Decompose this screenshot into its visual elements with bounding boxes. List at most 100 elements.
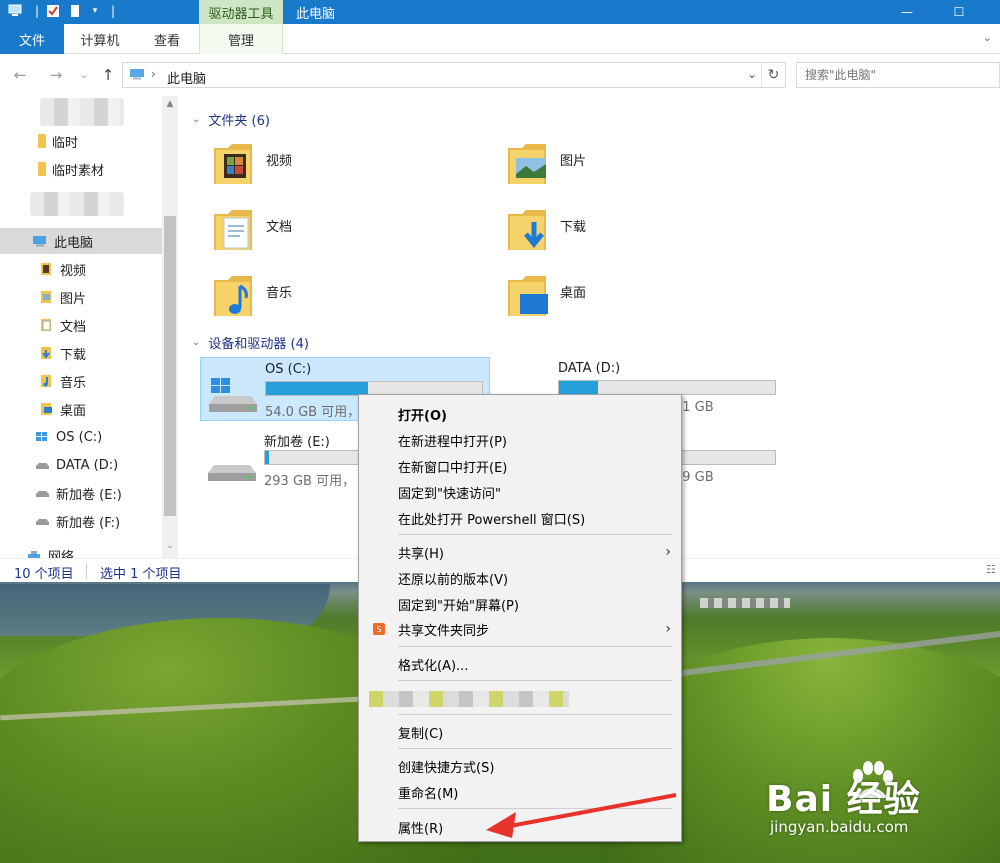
maximize-icon[interactable]: ☐ [936, 0, 982, 24]
nav-item-label: 文档 [60, 319, 87, 335]
folder-downloads[interactable]: 下载 [472, 200, 762, 260]
menu-item-open-powershell[interactable]: 在此处打开 Powershell 窗口(S) [359, 505, 681, 531]
menu-item-pin-start[interactable]: 固定到"开始"屏幕(P) [359, 591, 681, 617]
minimize-icon[interactable]: — [884, 0, 930, 24]
documents-folder-icon [41, 319, 51, 331]
nav-item-this-pc[interactable]: 此电脑 [0, 228, 162, 254]
up-arrow-icon[interactable]: ↑ [98, 65, 118, 85]
nav-item-temp-assets[interactable]: 临时素材 [0, 156, 162, 182]
nav-item-temp[interactable]: 临时 [0, 128, 162, 154]
nav-item-desktop[interactable]: 桌面 [0, 396, 162, 422]
address-row: ← → ⌄ ↑ › 此电脑 ⌄ ↻ [0, 54, 1000, 96]
context-menu: 打开(O) 在新进程中打开(P) 在新窗口中打开(E) 固定到"快速访问" 在此… [358, 394, 682, 842]
title-bar: | ▾ | 驱动器工具 此电脑 — ☐ [0, 0, 1000, 24]
menu-separator [398, 680, 672, 681]
drives-group-header[interactable]: ⌄ 设备和驱动器 (4) [192, 333, 309, 352]
menu-item-copy[interactable]: 复制(C) [359, 719, 681, 745]
folder-icon [38, 134, 46, 148]
scrollbar-thumb[interactable] [164, 216, 176, 516]
folder-music[interactable]: 音乐 [178, 266, 468, 326]
menu-item-pin-quick-access[interactable]: 固定到"快速访问" [359, 479, 681, 505]
nav-item-label: 视频 [60, 263, 87, 279]
expand-ribbon-icon[interactable]: ⌄ [983, 31, 992, 44]
address-bar[interactable]: › 此电脑 ⌄ ↻ [122, 62, 786, 88]
ribbon: 文件 计算机 查看 管理 ⌄ [0, 24, 1000, 54]
folder-pictures[interactable]: 图片 [472, 134, 762, 194]
navigation-pane: 临时 临时素材 此电脑 视频 图片 文档 下载 音乐 桌面 OS (C:) DA… [0, 96, 178, 558]
desktop-folder-icon [508, 276, 548, 316]
nav-item-pictures[interactable]: 图片 [0, 284, 162, 310]
drive-name: 新加卷 (E:) [264, 435, 330, 450]
scroll-up-icon[interactable]: ▲ [162, 96, 178, 112]
menu-item-shared-folder-sync[interactable]: S 共享文件夹同步 › [359, 616, 681, 642]
folder-name: 音乐 [266, 286, 293, 301]
downloads-folder-icon [41, 347, 51, 359]
menu-item-open[interactable]: 打开(O) [359, 401, 681, 427]
refresh-icon[interactable]: ↻ [761, 63, 785, 87]
nav-item-drive-c[interactable]: OS (C:) [0, 424, 162, 450]
menu-item-create-shortcut[interactable]: 创建快捷方式(S) [359, 753, 681, 779]
video-folder-icon [41, 263, 51, 275]
nav-item-drive-f[interactable]: 新加卷 (F:) [0, 508, 162, 534]
group-title: 设备和驱动器 (4) [208, 337, 309, 352]
nav-item-drive-d[interactable]: DATA (D:) [0, 452, 162, 478]
drive-tools-tab[interactable]: 驱动器工具 [199, 0, 283, 24]
drive-usage-fill [266, 382, 368, 395]
details-view-icon[interactable]: ☷ [986, 563, 996, 576]
tab-view[interactable]: 查看 [136, 24, 198, 54]
nav-item-label: 下载 [60, 347, 87, 363]
tab-file[interactable]: 文件 [0, 24, 64, 54]
menu-item-share[interactable]: 共享(H) › [359, 539, 681, 565]
baidu-watermark: Bai 经验 jingyan.baidu.com [766, 760, 996, 860]
nav-item-downloads[interactable]: 下载 [0, 340, 162, 366]
breadcrumb[interactable]: 此电脑 [167, 68, 206, 87]
new-folder-icon[interactable] [66, 2, 84, 20]
blurred-menu-item [369, 691, 569, 707]
nav-item-label: 桌面 [60, 403, 87, 419]
collapse-chevron-icon[interactable]: ⌄ [192, 114, 200, 125]
drive-free-space: 54.0 GB 可用， [265, 405, 361, 420]
recent-dropdown-icon[interactable]: ⌄ [74, 65, 94, 85]
nav-item-network[interactable]: 网络 [0, 542, 162, 558]
tab-computer[interactable]: 计算机 [64, 24, 136, 54]
collapse-chevron-icon[interactable]: ⌄ [192, 337, 200, 348]
menu-separator [398, 714, 672, 715]
nav-item-label: 临时 [52, 135, 79, 151]
nav-item-label: 此电脑 [54, 235, 94, 251]
nav-scrollbar[interactable]: ▲ ⌄ [162, 96, 178, 558]
customize-qat-icon[interactable]: ▾ [86, 2, 104, 20]
scroll-down-icon[interactable]: ⌄ [162, 538, 178, 554]
nav-item-music[interactable]: 音乐 [0, 368, 162, 394]
pictures-folder-icon [508, 144, 546, 184]
menu-item-open-new-process[interactable]: 在新进程中打开(P) [359, 427, 681, 453]
search-box[interactable] [796, 62, 1000, 88]
menu-item-restore-versions[interactable]: 还原以前的版本(V) [359, 565, 681, 591]
back-arrow-icon[interactable]: ← [10, 65, 30, 85]
forward-arrow-icon[interactable]: → [46, 65, 66, 85]
pictures-folder-icon [41, 291, 51, 303]
divider [86, 563, 87, 579]
pc-icon[interactable] [6, 2, 24, 20]
submenu-arrow-icon: › [665, 621, 671, 637]
tab-manage[interactable]: 管理 [199, 24, 283, 54]
nav-item-drive-e[interactable]: 新加卷 (E:) [0, 480, 162, 506]
folder-documents[interactable]: 文档 [178, 200, 468, 260]
nav-item-label: 新加卷 (F:) [56, 515, 121, 531]
folder-name: 视频 [266, 154, 293, 169]
menu-item-rename[interactable]: 重命名(M) [359, 779, 681, 805]
search-input[interactable] [797, 63, 999, 87]
nav-item-label: 新加卷 (E:) [56, 487, 122, 503]
nav-item-videos[interactable]: 视频 [0, 256, 162, 282]
menu-item-format[interactable]: 格式化(A)... [359, 651, 681, 677]
folder-videos[interactable]: 视频 [178, 134, 468, 194]
nav-item-documents[interactable]: 文档 [0, 312, 162, 338]
music-folder-icon [41, 375, 51, 387]
address-dropdown-icon[interactable]: ⌄ [747, 67, 757, 81]
folders-group-header[interactable]: ⌄ 文件夹 (6) [192, 110, 270, 129]
menu-item-properties[interactable]: 属性(R) [359, 814, 681, 840]
properties-check-icon[interactable] [44, 2, 62, 20]
menu-item-open-new-window[interactable]: 在新窗口中打开(E) [359, 453, 681, 479]
folder-desktop[interactable]: 桌面 [472, 266, 762, 326]
watermark-logo: Bai 经验 [766, 779, 921, 820]
blurred-item [40, 98, 124, 126]
